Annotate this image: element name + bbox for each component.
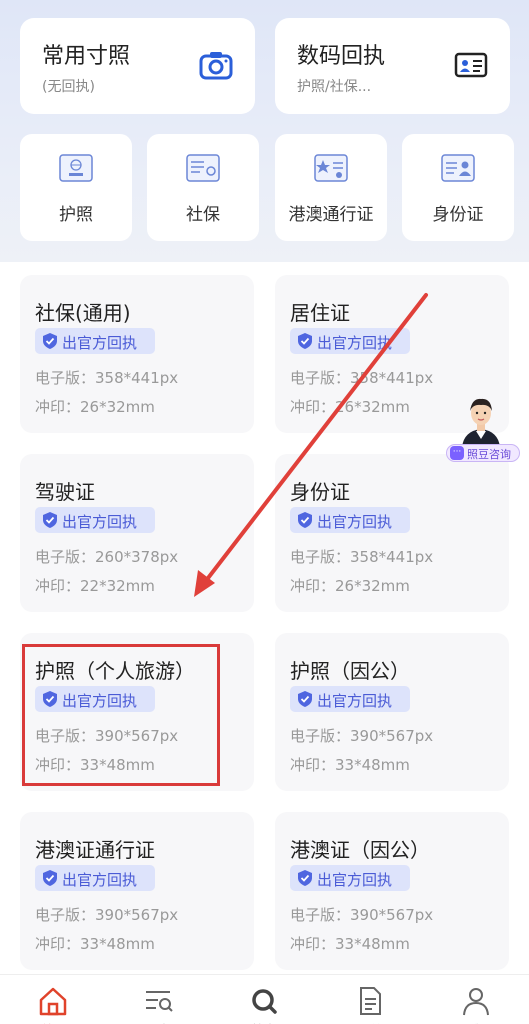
doc-name: 驾驶证	[35, 480, 95, 504]
user-icon	[463, 988, 489, 1016]
official-receipt-badge: 出官方回执	[35, 865, 155, 891]
spec-digital: 电子版：390*567px	[35, 727, 179, 745]
official-receipt-badge: 出官方回执	[35, 328, 155, 354]
category-label: 护照	[59, 205, 93, 225]
doc-card-id-card[interactable]: 身份证 出官方回执 电子版：358*441px 冲印：26*32mm	[275, 454, 509, 612]
shield-check-icon	[43, 512, 57, 528]
digital-receipt-card[interactable]: 数码回执 护照/社保...	[275, 18, 510, 114]
badge-label: 出官方回执	[317, 513, 393, 531]
consult-button[interactable]: ··· 照豆咨询	[446, 395, 520, 467]
spec-digital: 电子版：358*441px	[290, 369, 434, 387]
doc-name: 港澳证（因公）	[290, 838, 430, 862]
badge-label: 出官方回执	[317, 871, 393, 889]
spec-print: 冲印：26*32mm	[290, 577, 410, 595]
category-hk-macau-permit[interactable]: 港澳通行证	[275, 134, 387, 241]
card-subtitle: (无回执)	[42, 79, 95, 95]
category-label: 身份证	[432, 205, 484, 225]
shield-check-icon	[298, 333, 312, 349]
official-receipt-badge: 出官方回执	[35, 507, 155, 533]
card-subtitle: 护照/社保...	[297, 79, 372, 95]
doc-card-driver-license[interactable]: 驾驶证 出官方回执 电子版：260*378px 冲印：22*32mm	[20, 454, 254, 612]
passport-icon	[59, 154, 93, 182]
spec-print: 冲印：22*32mm	[35, 577, 155, 595]
badge-label: 出官方回执	[62, 334, 138, 352]
tab-search[interactable]: 搜索	[234, 985, 294, 1024]
shield-check-icon	[298, 691, 312, 707]
spec-digital: 电子版：390*567px	[35, 906, 179, 924]
category-id-card[interactable]: 身份证	[402, 134, 514, 241]
order-icon	[360, 987, 381, 1015]
spec-print: 冲印：33*48mm	[35, 935, 155, 953]
spec-print: 冲印：33*48mm	[290, 935, 410, 953]
doc-name: 港澳证通行证	[35, 838, 155, 862]
consult-label: 照豆咨询	[467, 448, 511, 461]
doc-name: 社保(通用)	[35, 301, 131, 325]
category-social-security[interactable]: 社保	[147, 134, 259, 241]
tab-home[interactable]: 首页	[23, 985, 83, 1024]
official-receipt-badge: 出官方回执	[290, 507, 410, 533]
spec-digital: 电子版：390*567px	[290, 906, 434, 924]
shield-check-icon	[43, 870, 57, 886]
id-card-icon	[454, 52, 488, 78]
bottom-tab-bar: 首页 分类 搜索 订单 我	[0, 974, 529, 1024]
badge-label: 出官方回执	[317, 692, 393, 710]
consult-pill: ··· 照豆咨询	[446, 444, 520, 462]
doc-name: 护照（个人旅游）	[35, 659, 195, 683]
tab-profile[interactable]: 我	[446, 985, 506, 1024]
official-receipt-badge: 出官方回执	[290, 686, 410, 712]
shield-check-icon	[298, 512, 312, 528]
common-photo-card[interactable]: 常用寸照 (无回执)	[20, 18, 255, 114]
spec-digital: 电子版：358*441px	[290, 548, 434, 566]
tab-category[interactable]: 分类	[128, 985, 188, 1024]
chat-dots-icon: ···	[450, 446, 464, 460]
category-passport[interactable]: 护照	[20, 134, 132, 241]
category-icon	[146, 991, 173, 1012]
official-receipt-badge: 出官方回执	[35, 686, 155, 712]
doc-card-social-security[interactable]: 社保(通用) 出官方回执 电子版：358*441px 冲印：26*32mm	[20, 275, 254, 433]
spec-print: 冲印：26*32mm	[290, 398, 410, 416]
social-security-card-icon	[186, 154, 220, 182]
spec-print: 冲印：26*32mm	[35, 398, 155, 416]
shield-check-icon	[43, 333, 57, 349]
shield-check-icon	[298, 870, 312, 886]
card-title: 数码回执	[297, 44, 386, 69]
hk-macau-permit-icon	[314, 154, 348, 182]
doc-card-passport-personal[interactable]: 护照（个人旅游） 出官方回执 电子版：390*567px 冲印：33*48mm	[20, 633, 254, 791]
doc-name: 护照（因公）	[290, 659, 410, 683]
official-receipt-badge: 出官方回执	[290, 865, 410, 891]
doc-name: 身份证	[290, 480, 350, 504]
official-receipt-badge: 出官方回执	[290, 328, 410, 354]
id-card-icon	[441, 154, 475, 182]
doc-card-passport-official[interactable]: 护照（因公） 出官方回执 电子版：390*567px 冲印：33*48mm	[275, 633, 509, 791]
doc-card-hk-macau-official[interactable]: 港澳证（因公） 出官方回执 电子版：390*567px 冲印：33*48mm	[275, 812, 509, 970]
category-label: 社保	[186, 205, 220, 225]
search-icon	[252, 989, 277, 1014]
card-title: 常用寸照	[42, 44, 131, 69]
spec-digital: 电子版：260*378px	[35, 548, 179, 566]
category-label: 港澳通行证	[288, 205, 374, 225]
spec-digital: 电子版：358*441px	[35, 369, 179, 387]
home-icon	[39, 987, 67, 1016]
shield-check-icon	[43, 691, 57, 707]
consultant-avatar	[462, 398, 500, 447]
badge-label: 出官方回执	[62, 692, 138, 710]
camera-icon	[199, 52, 233, 80]
doc-card-hk-macau-permit[interactable]: 港澳证通行证 出官方回执 电子版：390*567px 冲印：33*48mm	[20, 812, 254, 970]
badge-label: 出官方回执	[317, 334, 393, 352]
tab-order[interactable]: 订单	[340, 985, 400, 1024]
badge-label: 出官方回执	[62, 871, 138, 889]
badge-label: 出官方回执	[62, 513, 138, 531]
spec-digital: 电子版：390*567px	[290, 727, 434, 745]
spec-print: 冲印：33*48mm	[35, 756, 155, 774]
spec-print: 冲印：33*48mm	[290, 756, 410, 774]
doc-name: 居住证	[290, 301, 350, 325]
